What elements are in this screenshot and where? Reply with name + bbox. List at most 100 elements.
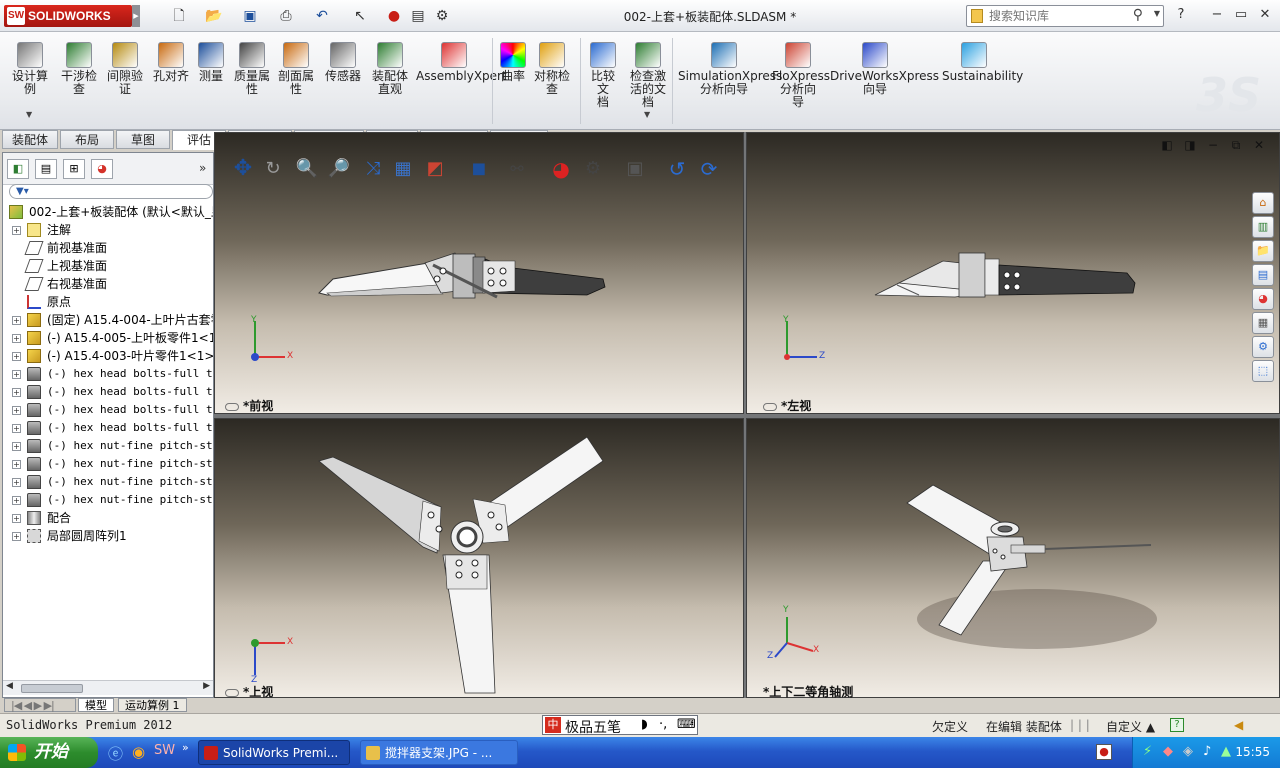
scroll-left-icon[interactable]: ◀ bbox=[6, 681, 13, 691]
tab-model[interactable]: 模型 bbox=[78, 698, 114, 712]
expand-toggle-icon[interactable]: + bbox=[12, 514, 21, 523]
expand-toggle-icon[interactable]: + bbox=[12, 226, 21, 235]
design-library-icon[interactable]: ▥ bbox=[1252, 216, 1274, 238]
custom-properties-icon[interactable]: ▦ bbox=[1252, 312, 1274, 334]
expand-toggle-icon[interactable]: + bbox=[12, 316, 21, 325]
tree-item[interactable]: + (-) hex head bolts-full thre bbox=[3, 365, 213, 383]
taskbar-item-solidworks[interactable]: SolidWorks Premi... bbox=[198, 740, 350, 765]
expand-toggle-icon[interactable]: + bbox=[12, 424, 21, 433]
ribbon-button-section-properties[interactable]: 剖面属 性 bbox=[276, 42, 316, 96]
search-icon[interactable]: ⚲ bbox=[1133, 7, 1143, 23]
chevron-down-icon[interactable]: ▼ bbox=[1154, 9, 1160, 18]
display-style-icon[interactable]: ◼ bbox=[467, 157, 491, 181]
expand-toggle-icon[interactable]: + bbox=[12, 388, 21, 397]
expand-panel-icon[interactable]: » bbox=[199, 161, 206, 175]
view-settings-icon[interactable]: ▣ bbox=[623, 157, 647, 181]
ribbon-button-driveworksxpress[interactable]: DriveWorksXpress 向导 bbox=[830, 42, 939, 96]
zoom-to-fit-icon[interactable]: 🔍 bbox=[295, 157, 319, 181]
toolbox-icon[interactable]: ⬚ bbox=[1252, 360, 1274, 382]
appearances-icon[interactable]: ◕ bbox=[1252, 288, 1274, 310]
file-properties-icon[interactable]: ▤ bbox=[408, 6, 428, 26]
tree-item[interactable]: + (-) hex nut-fine pitch-style bbox=[3, 473, 213, 491]
ribbon-button-assembly-xpert[interactable]: AssemblyXpert bbox=[416, 42, 507, 83]
ime-toolbar[interactable]: 中 极品五笔 ◗ ·, ⌨ bbox=[542, 715, 698, 736]
tree-item[interactable]: + 局部圆周阵列1 bbox=[3, 527, 213, 545]
section-view-icon[interactable]: ▦ bbox=[391, 157, 415, 181]
tray-update-icon[interactable]: ▲ bbox=[1221, 744, 1231, 759]
units-menu[interactable]: 自定义 ▲ bbox=[1106, 718, 1155, 735]
ribbon-button-clearance-verify[interactable]: 间隙验 证 bbox=[106, 42, 144, 96]
expand-toggle-icon[interactable]: + bbox=[12, 334, 21, 343]
graphics-area[interactable]: Y X *前视 ✥ ↻ 🔍 🔎 ⤨ ▦ ◩ ◼ ⚯ ◕ ⚙ ▣ ↺ ⟳ Y Z … bbox=[214, 132, 1280, 699]
tree-filter-input[interactable]: ▼▾ bbox=[9, 184, 213, 199]
scroll-thumb[interactable] bbox=[21, 684, 83, 693]
ribbon-button-simulationxpress[interactable]: SimulationXpress 分析向导 bbox=[678, 42, 782, 96]
tree-item[interactable]: + (固定) A15.4-004-上叶片古套零 bbox=[3, 311, 213, 329]
link-views-icon[interactable] bbox=[763, 402, 777, 411]
pan-icon[interactable]: ✥ bbox=[231, 157, 255, 181]
tab-scroll-arrows[interactable]: |◀ ◀ ▶ ▶| bbox=[4, 698, 76, 712]
file-explorer-icon[interactable]: 📁 bbox=[1252, 240, 1274, 262]
ribbon-button-sustainability[interactable]: Sustainability bbox=[942, 42, 1023, 83]
more-icon[interactable]: » bbox=[182, 741, 189, 754]
ribbon-button-design-study[interactable]: 设计算 例 bbox=[12, 42, 48, 96]
expand-toggle-icon[interactable]: + bbox=[12, 442, 21, 451]
hide-show-items-icon[interactable]: ⚯ bbox=[505, 157, 529, 181]
search-box[interactable]: ⚲ ▼ bbox=[966, 5, 1164, 27]
viewport-close-icon[interactable]: ✕ bbox=[1250, 138, 1268, 152]
viewport-top[interactable]: Z X *上视 bbox=[214, 418, 744, 699]
tree-item[interactable]: 原点 bbox=[3, 293, 213, 311]
viewport-front[interactable]: Y X *前视 ✥ ↻ 🔍 🔎 ⤨ ▦ ◩ ◼ ⚯ ◕ ⚙ ▣ ↺ ⟳ bbox=[214, 132, 744, 414]
viewport-minimize-icon[interactable]: − bbox=[1204, 138, 1222, 152]
ribbon-button-sensor[interactable]: 传感器 bbox=[324, 42, 362, 83]
taskbar-item-image-viewer[interactable]: 搅拌器支架.JPG - ... bbox=[360, 740, 518, 765]
tree-item[interactable]: 右视基准面 bbox=[3, 275, 213, 293]
restore-button[interactable]: ▭ bbox=[1232, 6, 1250, 24]
search-input[interactable] bbox=[989, 8, 1129, 24]
zoom-to-area-icon[interactable]: 🔎 bbox=[327, 157, 351, 181]
tray-volume-icon[interactable]: ♪ bbox=[1203, 744, 1211, 759]
help-button[interactable]: ? bbox=[1172, 6, 1190, 24]
print-icon[interactable]: ⎙ bbox=[276, 6, 296, 26]
previous-view-icon[interactable]: ⤨ bbox=[361, 157, 385, 181]
start-button[interactable]: 开始 bbox=[0, 737, 98, 768]
ribbon-button-hole-alignment[interactable]: 孔对齐 bbox=[152, 42, 190, 83]
tab-motion-study[interactable]: 运动算例 1 bbox=[118, 698, 187, 712]
open-folder-icon[interactable]: 📂 bbox=[204, 6, 224, 26]
display-manager-tab-icon[interactable]: ◕ bbox=[91, 159, 113, 179]
menu-expand-arrow-icon[interactable]: ▶ bbox=[132, 5, 140, 27]
tree-item[interactable]: + 配合 bbox=[3, 509, 213, 527]
viewport-left[interactable]: Y Z *左视 bbox=[746, 132, 1280, 414]
tree-item[interactable]: + (-) A15.4-005-上叶板零件1<1> bbox=[3, 329, 213, 347]
expand-icon[interactable]: ◀ bbox=[1234, 718, 1243, 732]
close-button[interactable]: ✕ bbox=[1256, 6, 1274, 24]
ribbon-expand-arrow-icon[interactable]: ▼ bbox=[26, 110, 32, 119]
save-icon[interactable]: ▣ bbox=[240, 6, 260, 26]
new-document-icon[interactable]: 🗋 bbox=[170, 6, 188, 26]
link-views-icon[interactable] bbox=[225, 688, 239, 697]
select-pointer-icon[interactable]: ↖ bbox=[350, 6, 370, 26]
tray-network-icon[interactable]: ⚡ bbox=[1143, 744, 1152, 759]
ribbon-button-compare-documents[interactable]: 比较文 档 bbox=[586, 42, 620, 109]
view-palette-icon[interactable]: ▤ bbox=[1252, 264, 1274, 286]
redraw-icon[interactable]: ↺ bbox=[665, 157, 689, 181]
ime-chinese-icon[interactable]: 中 bbox=[545, 717, 561, 733]
previous-viewport-icon[interactable]: ◧ bbox=[1158, 138, 1176, 152]
ribbon-button-measure[interactable]: 测量 bbox=[196, 42, 226, 83]
expand-toggle-icon[interactable]: + bbox=[12, 496, 21, 505]
options-icon[interactable]: ⚙ bbox=[432, 6, 452, 26]
viewport-restore-icon[interactable]: ⧉ bbox=[1227, 138, 1245, 152]
tray-security-icon[interactable]: ◈ bbox=[1183, 744, 1193, 759]
ie-icon[interactable]: ⓔ bbox=[108, 743, 123, 764]
tree-item[interactable]: + (-) hex head bolts-full thre bbox=[3, 401, 213, 419]
tray-solidworks-icon[interactable]: ◆ bbox=[1163, 744, 1173, 759]
ribbon-button-symmetry-check[interactable]: 对称检 查 bbox=[532, 42, 572, 96]
ribbon-button-floxpress[interactable]: FloXpress 分析向 导 bbox=[772, 42, 830, 109]
solidworks-menu-button[interactable]: SW SOLIDWORKS bbox=[4, 5, 132, 27]
link-views-icon[interactable] bbox=[225, 402, 239, 411]
tab-0[interactable]: 装配体 bbox=[2, 130, 58, 149]
expand-toggle-icon[interactable]: + bbox=[12, 352, 21, 361]
expand-toggle-icon[interactable]: + bbox=[12, 478, 21, 487]
tree-item[interactable]: 上视基准面 bbox=[3, 257, 213, 275]
scroll-right-icon[interactable]: ▶ bbox=[203, 681, 210, 691]
